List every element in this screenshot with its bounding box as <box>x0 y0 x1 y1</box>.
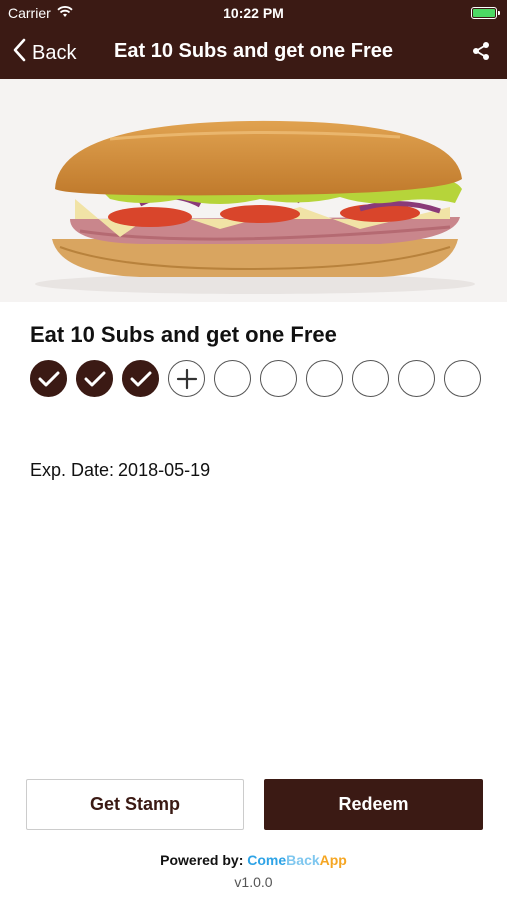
brand-part-2[interactable]: Back <box>286 852 319 868</box>
exp-value: 2018-05-19 <box>118 460 211 480</box>
stamp-collected-check-icon <box>76 360 113 397</box>
share-icon[interactable] <box>471 41 491 66</box>
stamp-collected-check-icon <box>30 360 67 397</box>
exp-label: Exp. Date: <box>30 460 115 480</box>
nav-title: Eat 10 Subs and get one Free <box>114 40 393 62</box>
stamp-add-plus-icon[interactable] <box>168 360 205 397</box>
nav-bar: Back Eat 10 Subs and get one Free <box>0 26 507 79</box>
battery-icon <box>471 7 500 19</box>
stamp-collected-check-icon <box>122 360 159 397</box>
stamp-empty <box>306 360 343 397</box>
version-label: v1.0.0 <box>234 874 273 890</box>
hero-image <box>0 79 507 302</box>
brand-part-3[interactable]: App <box>320 852 347 868</box>
stamp-empty <box>444 360 481 397</box>
status-bar: Carrier 10:22 PM <box>0 0 507 26</box>
powered-by: Powered by: ComeBackApp <box>0 852 507 868</box>
stamp-row <box>30 360 481 397</box>
get-stamp-button[interactable]: Get Stamp <box>26 779 244 830</box>
stamp-empty <box>352 360 389 397</box>
card-title: Eat 10 Subs and get one Free <box>30 322 337 347</box>
stamp-empty <box>260 360 297 397</box>
stamp-empty <box>398 360 435 397</box>
redeem-button[interactable]: Redeem <box>264 779 483 830</box>
powered-label: Powered by: <box>160 852 244 868</box>
brand-part-1[interactable]: Come <box>247 852 286 868</box>
stamp-empty <box>214 360 251 397</box>
expiration-date: Exp. Date: 2018-05-19 <box>30 460 214 481</box>
status-time: 10:22 PM <box>223 5 284 21</box>
